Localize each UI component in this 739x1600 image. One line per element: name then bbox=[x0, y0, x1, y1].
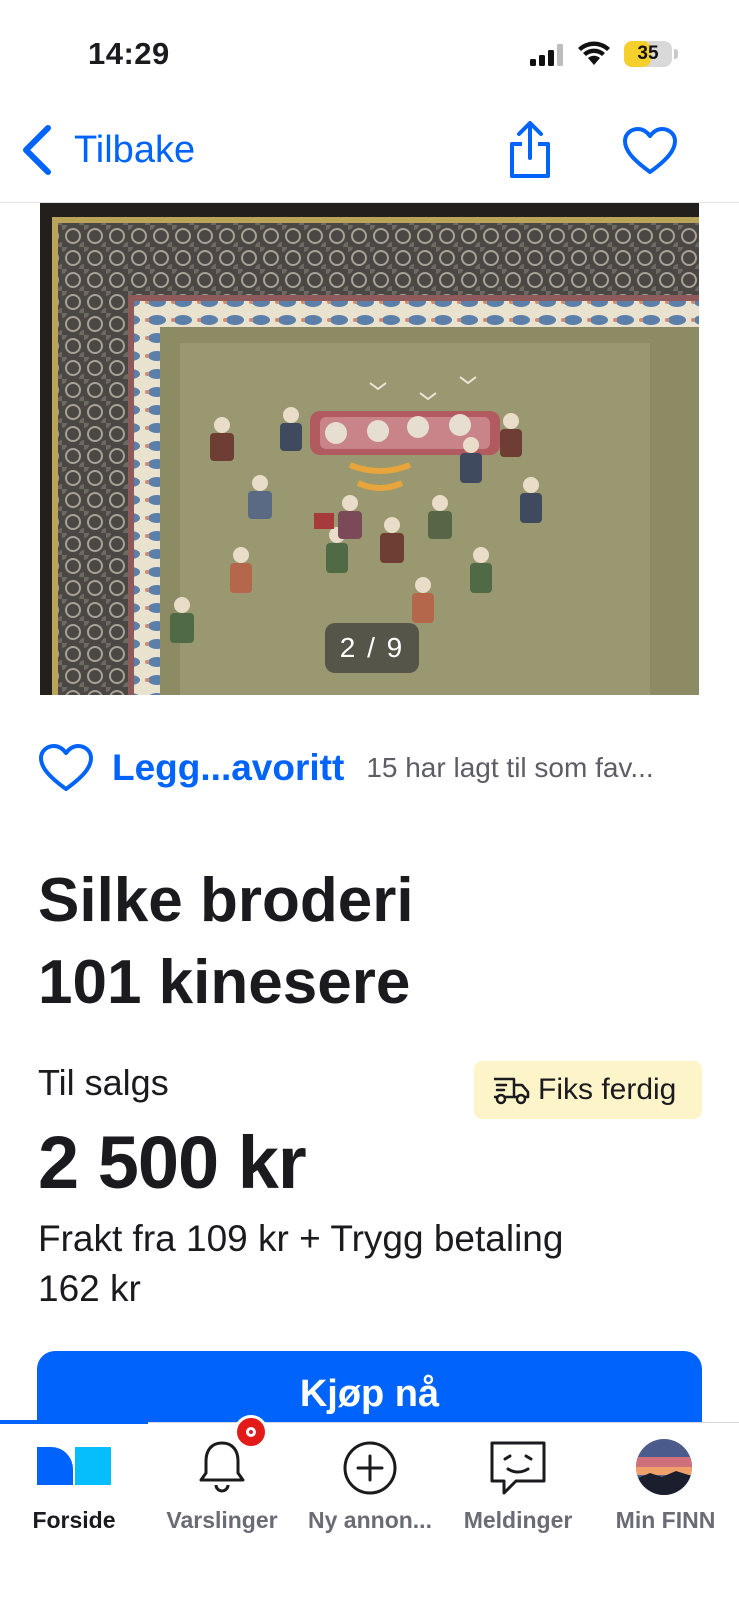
heart-outline-icon[interactable] bbox=[38, 743, 94, 793]
chevron-left-icon bbox=[23, 125, 51, 175]
embroidery-photo bbox=[40, 203, 699, 695]
fiks-ferdig-badge: Fiks ferdig bbox=[474, 1061, 702, 1119]
share-icon[interactable] bbox=[506, 120, 554, 180]
notification-dot bbox=[246, 1427, 256, 1437]
home-icon bbox=[37, 1447, 111, 1485]
title-line-2: 101 kinesere bbox=[38, 948, 411, 1017]
listing-photo[interactable]: 2 / 9 bbox=[40, 203, 699, 695]
tab-label: Meldinger bbox=[463, 1507, 573, 1533]
back-button[interactable]: Tilbake bbox=[18, 122, 195, 178]
tab-meldinger[interactable]: Meldinger bbox=[444, 1423, 592, 1563]
signal-icon bbox=[530, 44, 563, 66]
battery-nub bbox=[674, 49, 678, 59]
price: 2 500 kr bbox=[38, 1121, 307, 1204]
tab-label: Min FINN bbox=[615, 1507, 716, 1533]
back-label: Tilbake bbox=[74, 128, 196, 171]
bell-icon bbox=[199, 1441, 245, 1493]
tab-label: Ny annon... bbox=[308, 1507, 432, 1533]
notification-badge bbox=[234, 1415, 268, 1449]
status-time: 14:29 bbox=[88, 36, 170, 71]
tab-varslinger[interactable]: Varslinger bbox=[148, 1415, 296, 1563]
add-favorite-button[interactable]: Legg...avoritt bbox=[112, 747, 344, 789]
tab-label: Forside bbox=[32, 1507, 116, 1533]
heart-outline-icon[interactable] bbox=[622, 126, 678, 176]
avatar bbox=[636, 1439, 692, 1495]
tab-bar: Forside Varslinger Ny annon... Meldinger bbox=[0, 1415, 739, 1600]
shipping-line-2: 162 kr bbox=[38, 1268, 141, 1309]
nav-bar: Tilbake bbox=[0, 100, 739, 203]
wifi-icon bbox=[578, 41, 610, 65]
chat-icon bbox=[490, 1441, 546, 1495]
listing-title: Silke broderi 101 kinesere bbox=[38, 860, 703, 1024]
tab-min-finn[interactable]: Min FINN bbox=[592, 1423, 739, 1563]
buy-now-label: Kjøp nå bbox=[299, 1373, 440, 1415]
sale-label: Til salgs bbox=[38, 1062, 169, 1103]
tab-label: Varslinger bbox=[166, 1507, 278, 1533]
status-bar: 14:29 35 bbox=[0, 0, 739, 100]
shipping-line-1: Frakt fra 109 kr + Trygg betaling bbox=[38, 1218, 564, 1259]
tab-ny-annonse[interactable]: Ny annon... bbox=[296, 1423, 444, 1563]
battery-level: 35 bbox=[637, 43, 659, 64]
battery-icon: 35 bbox=[624, 41, 672, 67]
fiks-ferdig-label: Fiks ferdig bbox=[538, 1073, 677, 1106]
favorite-row: Legg...avoritt 15 har lagt til som fav..… bbox=[38, 738, 703, 798]
plus-circle-icon bbox=[343, 1441, 397, 1495]
photo-counter: 2 / 9 bbox=[325, 623, 419, 673]
truck-icon bbox=[494, 1077, 530, 1105]
title-line-1: Silke broderi bbox=[38, 866, 414, 935]
tab-forside[interactable]: Forside bbox=[0, 1423, 148, 1563]
favorite-count: 15 har lagt til som fav... bbox=[366, 752, 654, 783]
shipping-info: Frakt fra 109 kr + Trygg betaling 162 kr bbox=[38, 1214, 698, 1314]
